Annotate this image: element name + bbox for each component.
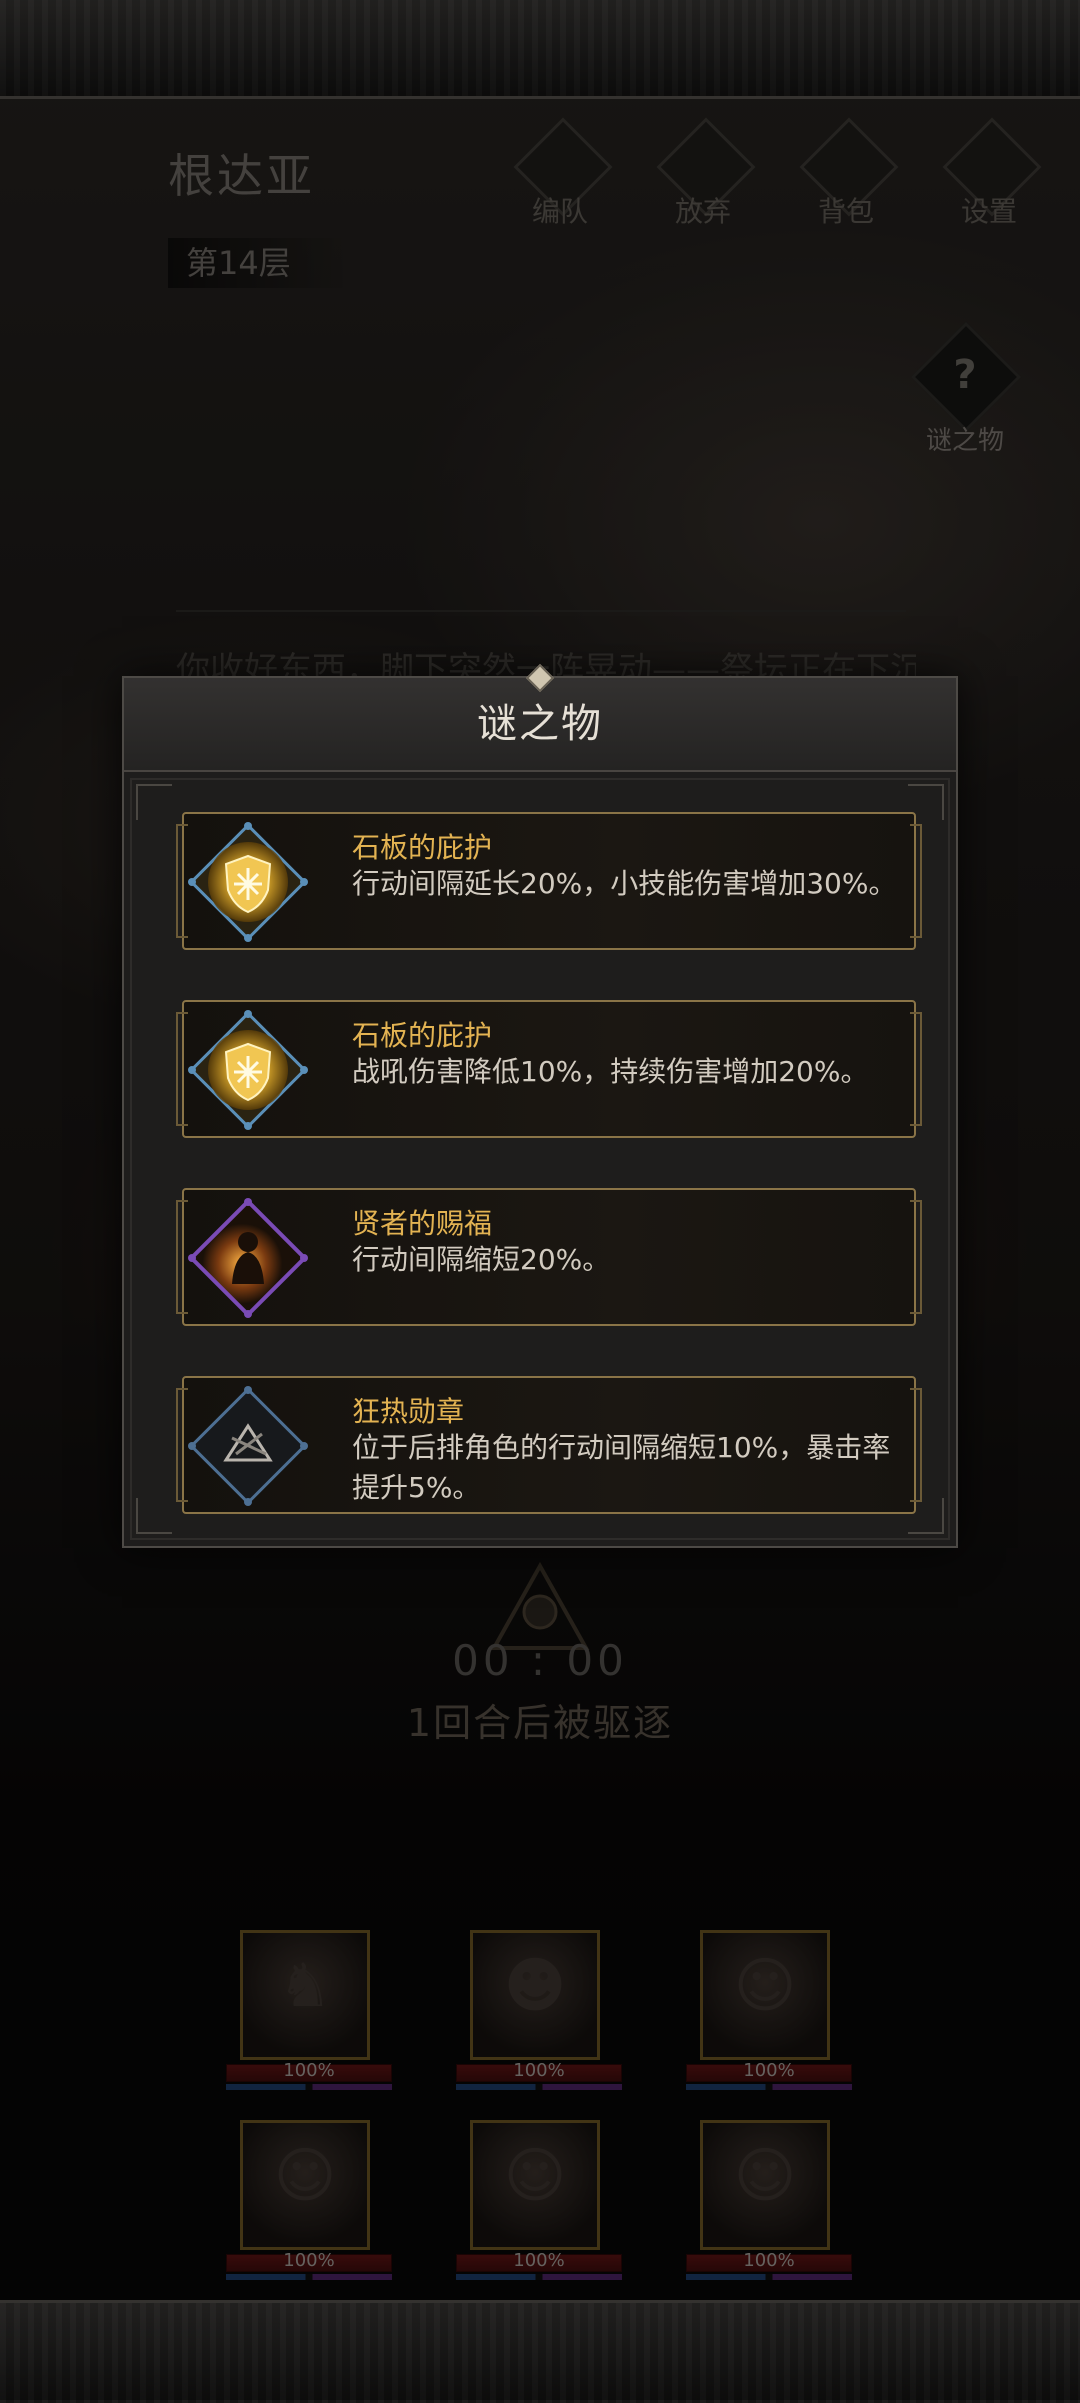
mystery-item-card[interactable]: 石板的庇护 战吼伤害降低10%，持续伤害增加20%。: [176, 1000, 922, 1138]
mystery-item-card[interactable]: 狂热勋章 位于后排角色的行动间隔缩短10%，暴击率提升5%。: [176, 1376, 922, 1514]
item-name: 石板的庇护: [352, 831, 493, 864]
item-description: 战吼伤害降低10%，持续伤害增加20%。: [352, 1055, 869, 1088]
item-name: 贤者的赐福: [352, 1207, 493, 1240]
corner-ornament: [136, 784, 172, 820]
item-description: 行动间隔延长20%，小技能伤害增加30%。: [352, 867, 897, 900]
mystery-item-card[interactable]: 贤者的赐福 行动间隔缩短20%。: [176, 1188, 922, 1326]
dialog-body: 石板的庇护 行动间隔延长20%，小技能伤害增加30%。 石板的庇护 战吼伤害降低…: [130, 778, 950, 1540]
item-description: 行动间隔缩短20%。: [352, 1243, 611, 1276]
mystery-items-dialog: 谜之物 石板的庇护 行动间隔延长20%，小技能伤害增加30%。 石板的庇护 战吼…: [122, 663, 958, 1548]
item-description: 位于后排角色的行动间隔缩短10%，暴击率提升5%。: [352, 1431, 891, 1504]
stone-shield-icon: [188, 1010, 308, 1130]
stone-shield-icon: [188, 822, 308, 942]
mystery-item-card[interactable]: 石板的庇护 行动间隔延长20%，小技能伤害增加30%。: [176, 812, 922, 950]
fervor-medal-icon: [188, 1386, 308, 1506]
corner-ornament: [136, 1498, 172, 1534]
sage-blessing-icon: [188, 1198, 308, 1318]
item-name: 狂热勋章: [352, 1395, 465, 1428]
item-name: 石板的庇护: [352, 1019, 493, 1052]
